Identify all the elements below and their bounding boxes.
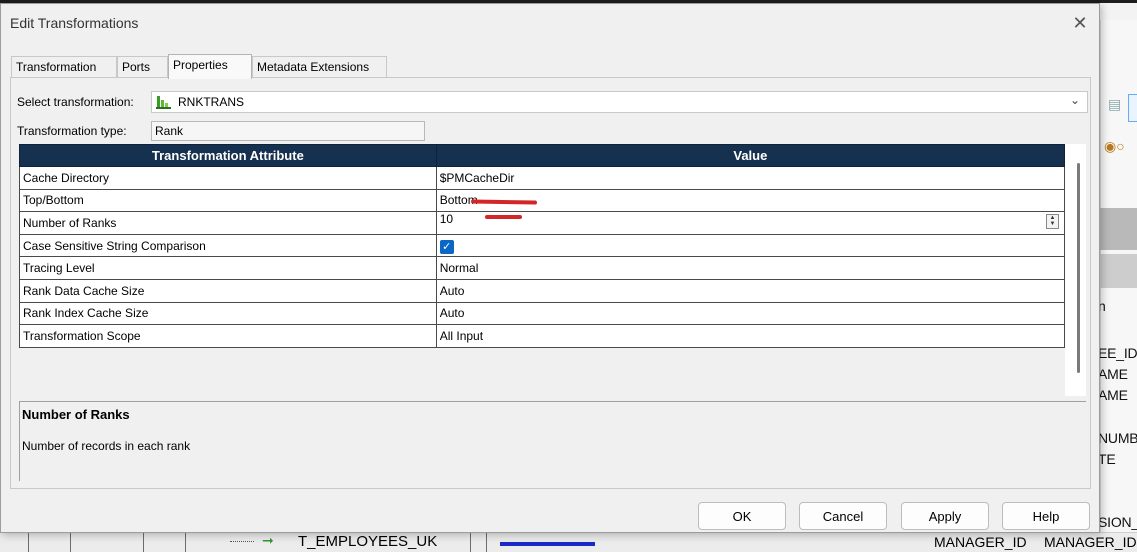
cancel-button[interactable]: Cancel: [799, 502, 887, 530]
select-transformation-label: Select transformation:: [17, 95, 134, 109]
background-column-text: SION_: [1098, 514, 1137, 530]
background-column-text: EE_ID: [1098, 345, 1137, 361]
tab-ports[interactable]: Ports: [117, 56, 168, 78]
transformation-type-label: Transformation type:: [17, 124, 127, 138]
table-row[interactable]: Rank Index Cache Size Auto: [19, 301, 1066, 326]
port-name: MANAGER_ID: [1044, 534, 1137, 550]
table-row[interactable]: Transformation Scope All Input: [19, 324, 1066, 348]
background-divider: [70, 532, 71, 552]
close-icon[interactable]: ✕: [1067, 10, 1093, 36]
link-line: [500, 542, 595, 546]
background-divider: [486, 532, 487, 552]
tab-metadata-extensions[interactable]: Metadata Extensions: [252, 56, 387, 78]
background-header-block: [1100, 254, 1137, 288]
attribute-value-cell[interactable]: 10 ▲ ▼: [435, 211, 1066, 235]
column-header-value: Value: [435, 144, 1066, 167]
background-divider: [185, 532, 186, 552]
ok-button[interactable]: OK: [698, 502, 786, 530]
attribute-name: Transformation Scope: [19, 324, 437, 348]
select-transformation-dropdown[interactable]: RNKTRANS ⌄: [151, 91, 1088, 113]
description-title: Number of Ranks: [22, 407, 130, 422]
attribute-value-cell[interactable]: ✓: [435, 233, 1066, 258]
apply-button[interactable]: Apply: [901, 502, 989, 530]
target-arrow-icon: ➞: [262, 532, 274, 548]
attribute-value[interactable]: Normal: [435, 256, 1066, 280]
attribute-name: Cache Directory: [19, 166, 437, 190]
number-of-ranks-value[interactable]: 10: [440, 212, 453, 226]
attribute-name: Rank Data Cache Size: [19, 278, 437, 303]
scrollbar-thumb[interactable]: [1077, 163, 1080, 373]
table-row[interactable]: Cache Directory $PMCacheDir: [19, 166, 1066, 190]
attribute-name: Number of Ranks: [19, 211, 437, 235]
background-column-text: AME: [1098, 366, 1128, 382]
table-row[interactable]: Number of Ranks 10 ▲ ▼: [19, 211, 1066, 235]
background-column-text: AME: [1098, 387, 1128, 403]
table-row[interactable]: Top/Bottom Bottom: [19, 188, 1066, 213]
background-header-block: [1100, 208, 1137, 250]
attribute-value[interactable]: Auto: [435, 278, 1066, 303]
tab-transformation[interactable]: Transformation: [11, 56, 117, 78]
edit-transformations-dialog: Edit Transformations ✕ Transformation Po…: [0, 3, 1100, 533]
attribute-name: Rank Index Cache Size: [19, 301, 437, 326]
ranks-stepper[interactable]: ▲ ▼: [1046, 214, 1059, 230]
table-row[interactable]: Rank Data Cache Size Auto: [19, 278, 1066, 303]
tab-properties[interactable]: Properties: [168, 54, 252, 79]
column-header-attribute: Transformation Attribute: [19, 144, 437, 167]
help-button[interactable]: Help: [1002, 502, 1090, 530]
transformation-type-field: Rank: [151, 121, 425, 141]
toolbar-icon[interactable]: ◉○: [1104, 138, 1134, 156]
background-divider: [28, 532, 29, 552]
background-divider: [143, 532, 144, 552]
tree-item-target[interactable]: T_EMPLOYEES_UK: [298, 533, 437, 550]
rank-transformation-icon: [156, 96, 171, 109]
dialog-title: Edit Transformations: [10, 15, 139, 31]
grid-scrollbar[interactable]: [1076, 144, 1086, 396]
attribute-value[interactable]: Auto: [435, 301, 1066, 326]
table-row[interactable]: Tracing Level Normal: [19, 256, 1066, 280]
attribute-name: Top/Bottom: [19, 188, 437, 213]
red-annotation-underline: [485, 215, 522, 219]
chevron-down-icon[interactable]: ⌄: [1070, 93, 1080, 107]
attribute-value[interactable]: $PMCacheDir: [435, 166, 1066, 190]
tree-connector: [230, 541, 254, 542]
background-column-text: NUMB: [1098, 430, 1137, 446]
port-name: MANAGER_ID: [934, 534, 1027, 550]
attribute-name: Tracing Level: [19, 256, 437, 280]
description-text: Number of records in each rank: [22, 439, 191, 453]
selected-transformation-value: RNKTRANS: [178, 95, 245, 109]
background-column-text: TE: [1098, 451, 1116, 467]
attribute-value[interactable]: All Input: [435, 324, 1066, 348]
attribute-name: Case Sensitive String Comparison: [19, 233, 437, 258]
attribute-description-box: Number of Ranks Number of records in eac…: [19, 401, 1086, 481]
case-sensitive-checkbox[interactable]: ✓: [439, 240, 454, 255]
attributes-table: Transformation Attribute Value Cache Dir…: [19, 144, 1066, 348]
toolbar-icon[interactable]: ▤: [1108, 96, 1128, 116]
toolbar-button[interactable]: [1128, 94, 1137, 122]
attributes-grid: Transformation Attribute Value Cache Dir…: [19, 144, 1086, 396]
table-row[interactable]: Case Sensitive String Comparison ✓: [19, 233, 1066, 258]
background-divider: [470, 532, 471, 552]
